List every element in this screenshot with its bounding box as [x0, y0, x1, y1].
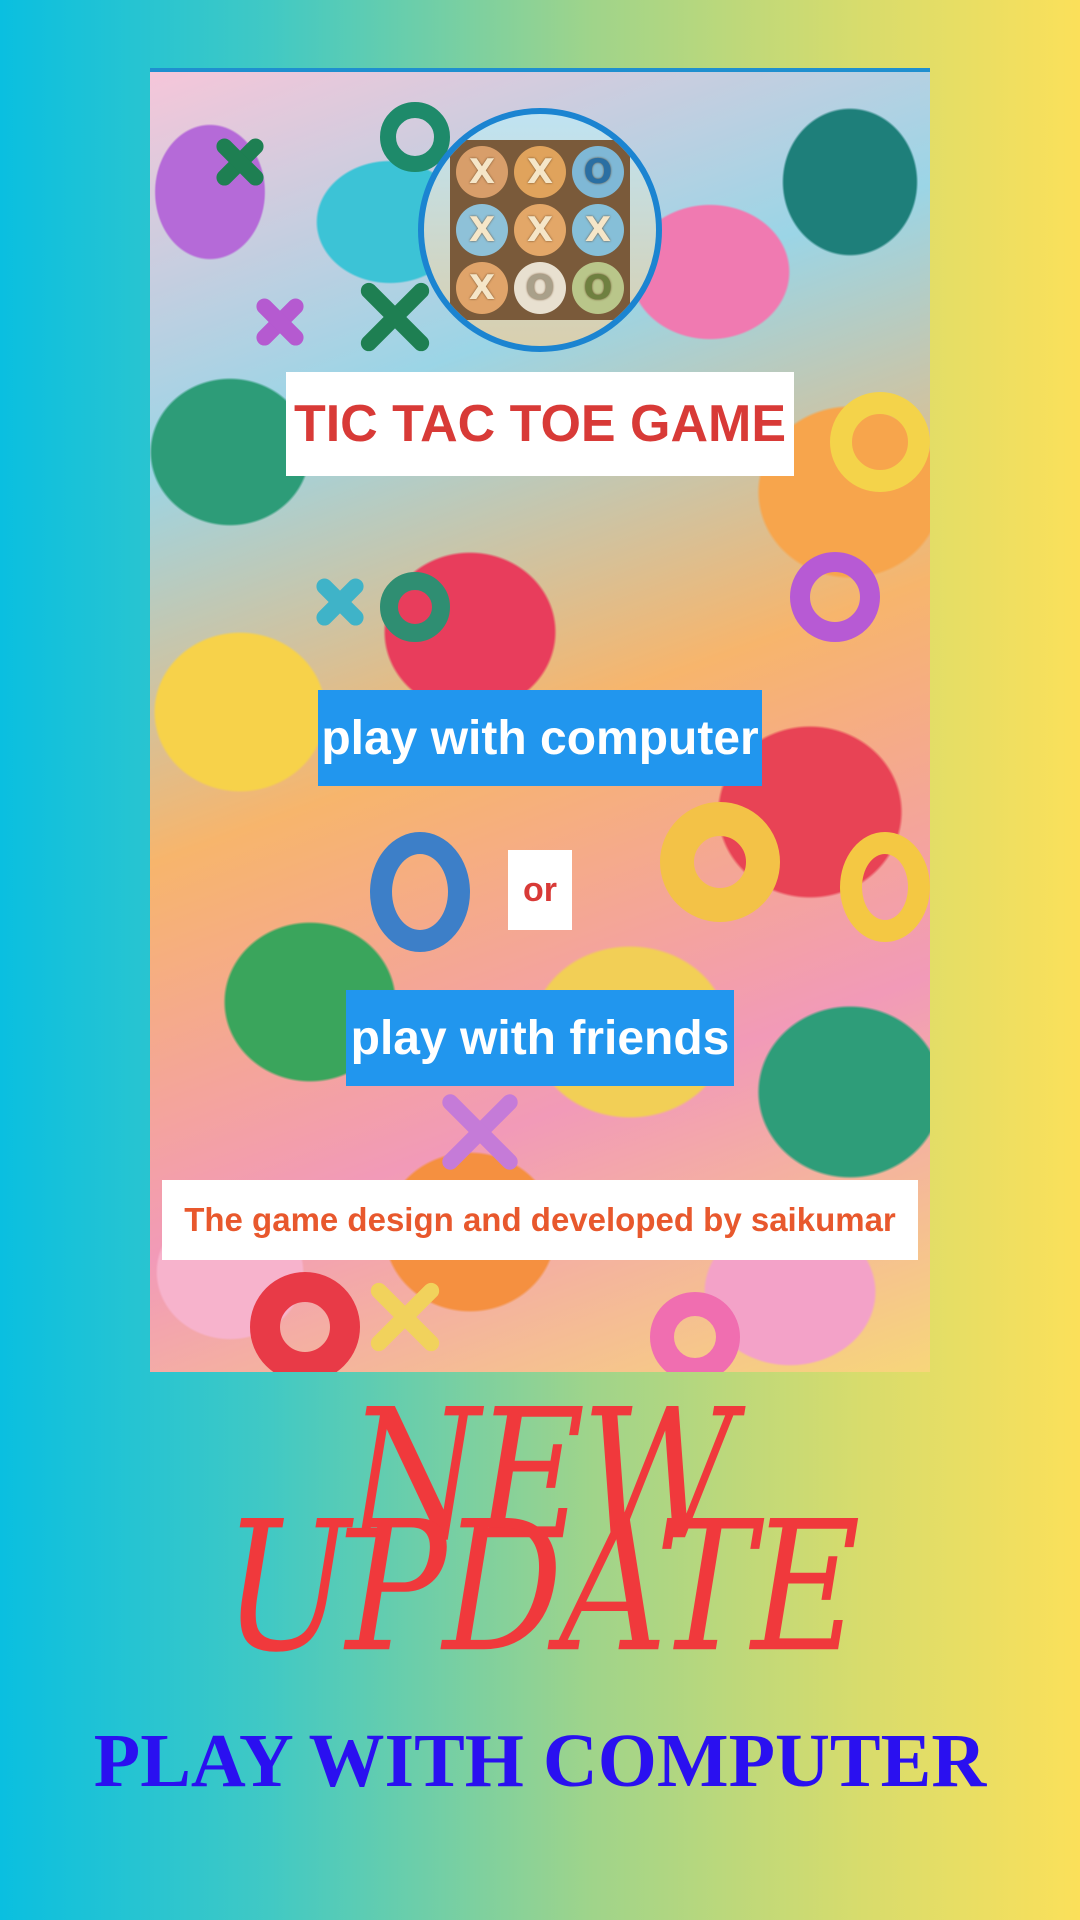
decor-x-shape: [360, 1272, 450, 1362]
logo-cell: O: [572, 262, 624, 314]
logo-cell: X: [514, 204, 566, 256]
game-logo: X X O X X X X O O: [418, 108, 662, 352]
title-banner: TIC TAC TOE GAME: [286, 372, 794, 476]
decor-o-shape: [830, 392, 930, 492]
decor-x-shape: [430, 1082, 530, 1182]
decor-o-shape: [660, 802, 780, 922]
logo-board: X X O X X X X O O: [450, 140, 630, 320]
play-with-friends-button[interactable]: play with friends: [346, 990, 734, 1086]
decor-o-shape: [840, 832, 930, 942]
or-label: or: [508, 850, 572, 930]
new-update-heading: NEW UPDATE: [0, 1386, 1080, 1678]
game-screen: X X O X X X X O O TIC TAC TOE GAME play …: [150, 68, 930, 1372]
logo-cell: X: [572, 204, 624, 256]
decor-x-shape: [250, 292, 310, 352]
play-with-computer-button[interactable]: play with computer: [318, 690, 762, 786]
decor-o-shape: [370, 832, 470, 952]
logo-cell: O: [514, 262, 566, 314]
promo-subtitle: PLAY WITH COMPUTER: [93, 1719, 987, 1803]
logo-cell: X: [456, 146, 508, 198]
logo-cell: X: [456, 204, 508, 256]
decor-o-shape: [250, 1272, 360, 1372]
logo-cell: X: [514, 146, 566, 198]
decor-o-shape: [790, 552, 880, 642]
decor-x-shape: [310, 572, 370, 632]
decor-x-shape: [210, 132, 270, 192]
promo-line-update: UPDATE: [223, 1483, 860, 1693]
logo-cell: X: [456, 262, 508, 314]
logo-cell: O: [572, 146, 624, 198]
decor-o-shape: [380, 572, 450, 642]
decor-o-shape: [650, 1292, 740, 1372]
decor-x-shape: [350, 272, 440, 362]
page-title: TIC TAC TOE GAME: [293, 395, 787, 453]
credit-text: The game design and developed by saikuma…: [162, 1180, 918, 1260]
